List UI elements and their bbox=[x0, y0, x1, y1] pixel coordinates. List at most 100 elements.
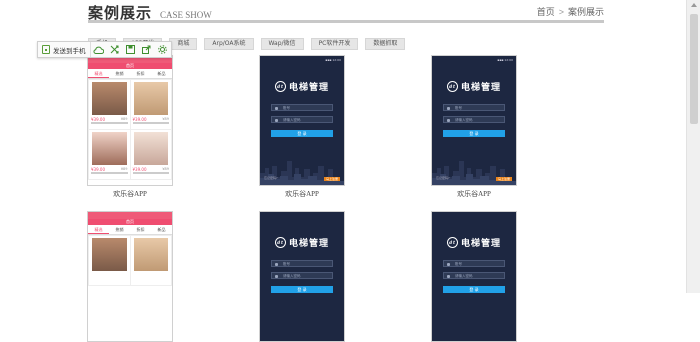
register-button: 马上注册 bbox=[323, 177, 340, 181]
product-grid: ¥39.00 ¥89 ¥39.00 ¥89 ¥39.00 ¥89 ¥39.00 ¥89 bbox=[88, 79, 172, 180]
elevator-app-screenshot: dt 电梯管理 账号 请输入密码 登 录 bbox=[431, 211, 517, 342]
case-card[interactable]: dt 电梯管理 账号 请输入密码 登 录 bbox=[431, 211, 517, 342]
product-item bbox=[130, 236, 171, 285]
shop-app-screenshot: 首页 精选 热销 折扣 新品 ¥39.00 ¥89 ¥39.00 ¥89 ¥39.0… bbox=[87, 55, 173, 186]
logo-text: 电梯管理 bbox=[460, 239, 501, 249]
product-old-price: ¥89 bbox=[120, 167, 128, 171]
status-bar: ▪▪▪ 12:00 bbox=[325, 58, 341, 62]
breadcrumb-current: 案例展示 bbox=[567, 7, 604, 17]
product-image bbox=[133, 238, 168, 271]
app-logo: dt 电梯管理 bbox=[260, 80, 344, 93]
app-nav: 精选 热销 折扣 新品 bbox=[88, 225, 172, 235]
product-item bbox=[89, 236, 130, 285]
page-subtitle: CASE SHOW bbox=[160, 10, 212, 20]
username-field: 账号 bbox=[443, 260, 505, 267]
status-bar bbox=[88, 212, 172, 219]
app-nav-item: 热销 bbox=[115, 71, 124, 76]
breadcrumb-separator: > bbox=[558, 7, 564, 17]
login-button: 登 录 bbox=[271, 130, 333, 137]
case-card[interactable]: ▪▪▪ 12:00 dt 电梯管理 账号 请输入密码 登 录 忘记密码? 马上注册… bbox=[431, 55, 517, 198]
case-card[interactable]: ▪▪▪ 12:00 dt 电梯管理 账号 请输入密码 登 录 忘记密码? 马上注册… bbox=[259, 55, 345, 198]
breadcrumb-home-link[interactable]: 首页 bbox=[537, 7, 555, 17]
phone-icon bbox=[42, 45, 50, 54]
register-button: 马上注册 bbox=[495, 177, 512, 181]
app-nav-item: 热销 bbox=[115, 227, 124, 232]
logo-text: 电梯管理 bbox=[460, 83, 501, 93]
case-card[interactable]: dt 电梯管理 账号 请输入密码 登 录 bbox=[259, 211, 345, 342]
username-field: 账号 bbox=[271, 104, 333, 111]
shop-app-screenshot: 首页 精选 热销 折扣 新品 bbox=[87, 211, 173, 342]
cloud-icon[interactable] bbox=[91, 42, 107, 57]
app-nav-item: 折扣 bbox=[136, 227, 145, 232]
title-divider bbox=[88, 20, 604, 23]
send-to-phone-label: 发送到手机 bbox=[53, 46, 86, 55]
tab-arp-oa[interactable]: Arp/OA系统 bbox=[204, 38, 254, 50]
send-to-phone-button[interactable]: 发送到手机 bbox=[38, 42, 91, 57]
settings-icon[interactable] bbox=[155, 42, 171, 57]
elevator-app-screenshot: ▪▪▪ 12:00 dt 电梯管理 账号 请输入密码 登 录 忘记密码? 马上注册 bbox=[259, 55, 345, 186]
tab-mall[interactable]: 商城 bbox=[169, 38, 198, 50]
status-bar: ▪▪▪ 12:00 bbox=[497, 58, 513, 62]
product-item: ¥39.00 ¥89 bbox=[89, 80, 130, 129]
logo-icon: dt bbox=[446, 237, 458, 248]
app-logo: dt 电梯管理 bbox=[432, 80, 516, 93]
username-field: 账号 bbox=[271, 260, 333, 267]
elevator-app-screenshot: dt 电梯管理 账号 请输入密码 登 录 bbox=[259, 211, 345, 342]
app-logo: dt 电梯管理 bbox=[260, 236, 344, 249]
product-desc bbox=[91, 172, 128, 174]
logo-icon: dt bbox=[446, 81, 458, 92]
password-field: 请输入密码 bbox=[443, 116, 505, 123]
app-nav: 精选 热销 折扣 新品 bbox=[88, 69, 172, 79]
product-grid bbox=[88, 235, 172, 286]
app-logo: dt 电梯管理 bbox=[432, 236, 516, 249]
logo-icon: dt bbox=[274, 237, 286, 248]
product-image bbox=[133, 132, 168, 165]
shuffle-icon[interactable] bbox=[107, 42, 123, 57]
product-image bbox=[92, 82, 127, 115]
page-scrollbar[interactable] bbox=[686, 0, 700, 293]
login-button: 登 录 bbox=[443, 130, 505, 137]
password-field: 请输入密码 bbox=[271, 272, 333, 279]
app-nav-item: 新品 bbox=[157, 227, 166, 232]
login-button: 登 录 bbox=[271, 286, 333, 293]
app-nav-item: 精选 bbox=[88, 225, 109, 234]
product-desc bbox=[91, 122, 128, 124]
product-old-price: ¥89 bbox=[120, 117, 128, 121]
breadcrumb: 首页 > 案例展示 bbox=[537, 5, 604, 18]
logo-text: 电梯管理 bbox=[288, 239, 329, 249]
forgot-password-link: 忘记密码? bbox=[264, 176, 278, 180]
product-item: ¥39.00 ¥89 bbox=[130, 130, 171, 179]
case-card[interactable]: 首页 精选 热销 折扣 新品 bbox=[87, 211, 173, 342]
product-image bbox=[92, 238, 127, 271]
scrollbar-thumb[interactable] bbox=[690, 14, 698, 124]
password-field: 请输入密码 bbox=[443, 272, 505, 279]
product-desc bbox=[132, 172, 169, 174]
tab-pc-software[interactable]: PC软件开发 bbox=[310, 38, 359, 50]
app-nav-item: 折扣 bbox=[136, 71, 145, 76]
case-card[interactable]: 首页 精选 热销 折扣 新品 ¥39.00 ¥89 ¥39.00 ¥89 ¥39.0… bbox=[87, 55, 173, 198]
login-button: 登 录 bbox=[443, 286, 505, 293]
scroll-up-arrow-icon[interactable] bbox=[691, 3, 697, 7]
username-field: 账号 bbox=[443, 104, 505, 111]
logo-icon: dt bbox=[274, 81, 286, 92]
image-toolbar: 发送到手机 bbox=[37, 41, 172, 58]
case-caption[interactable]: 欢乐谷APP bbox=[259, 189, 345, 199]
elevator-app-screenshot: ▪▪▪ 12:00 dt 电梯管理 账号 请输入密码 登 录 忘记密码? 马上注册 bbox=[431, 55, 517, 186]
product-image bbox=[133, 82, 168, 115]
case-caption[interactable]: 欢乐谷APP bbox=[87, 189, 173, 199]
app-nav-item: 精选 bbox=[88, 69, 109, 78]
product-desc bbox=[132, 122, 169, 124]
logo-text: 电梯管理 bbox=[288, 83, 329, 93]
product-item: ¥39.00 ¥89 bbox=[89, 130, 130, 179]
app-nav-item: 新品 bbox=[157, 71, 166, 76]
product-old-price: ¥89 bbox=[162, 167, 169, 171]
share-icon[interactable] bbox=[139, 42, 155, 57]
tab-wap-wechat[interactable]: Wap/微信 bbox=[260, 38, 304, 50]
product-image bbox=[92, 132, 127, 165]
forgot-password-link: 忘记密码? bbox=[436, 176, 450, 180]
product-old-price: ¥89 bbox=[162, 117, 169, 121]
case-caption[interactable]: 欢乐谷APP bbox=[431, 189, 517, 199]
save-icon[interactable] bbox=[123, 42, 139, 57]
tab-data-scraping[interactable]: 数据抓取 bbox=[365, 38, 406, 50]
password-field: 请输入密码 bbox=[271, 116, 333, 123]
